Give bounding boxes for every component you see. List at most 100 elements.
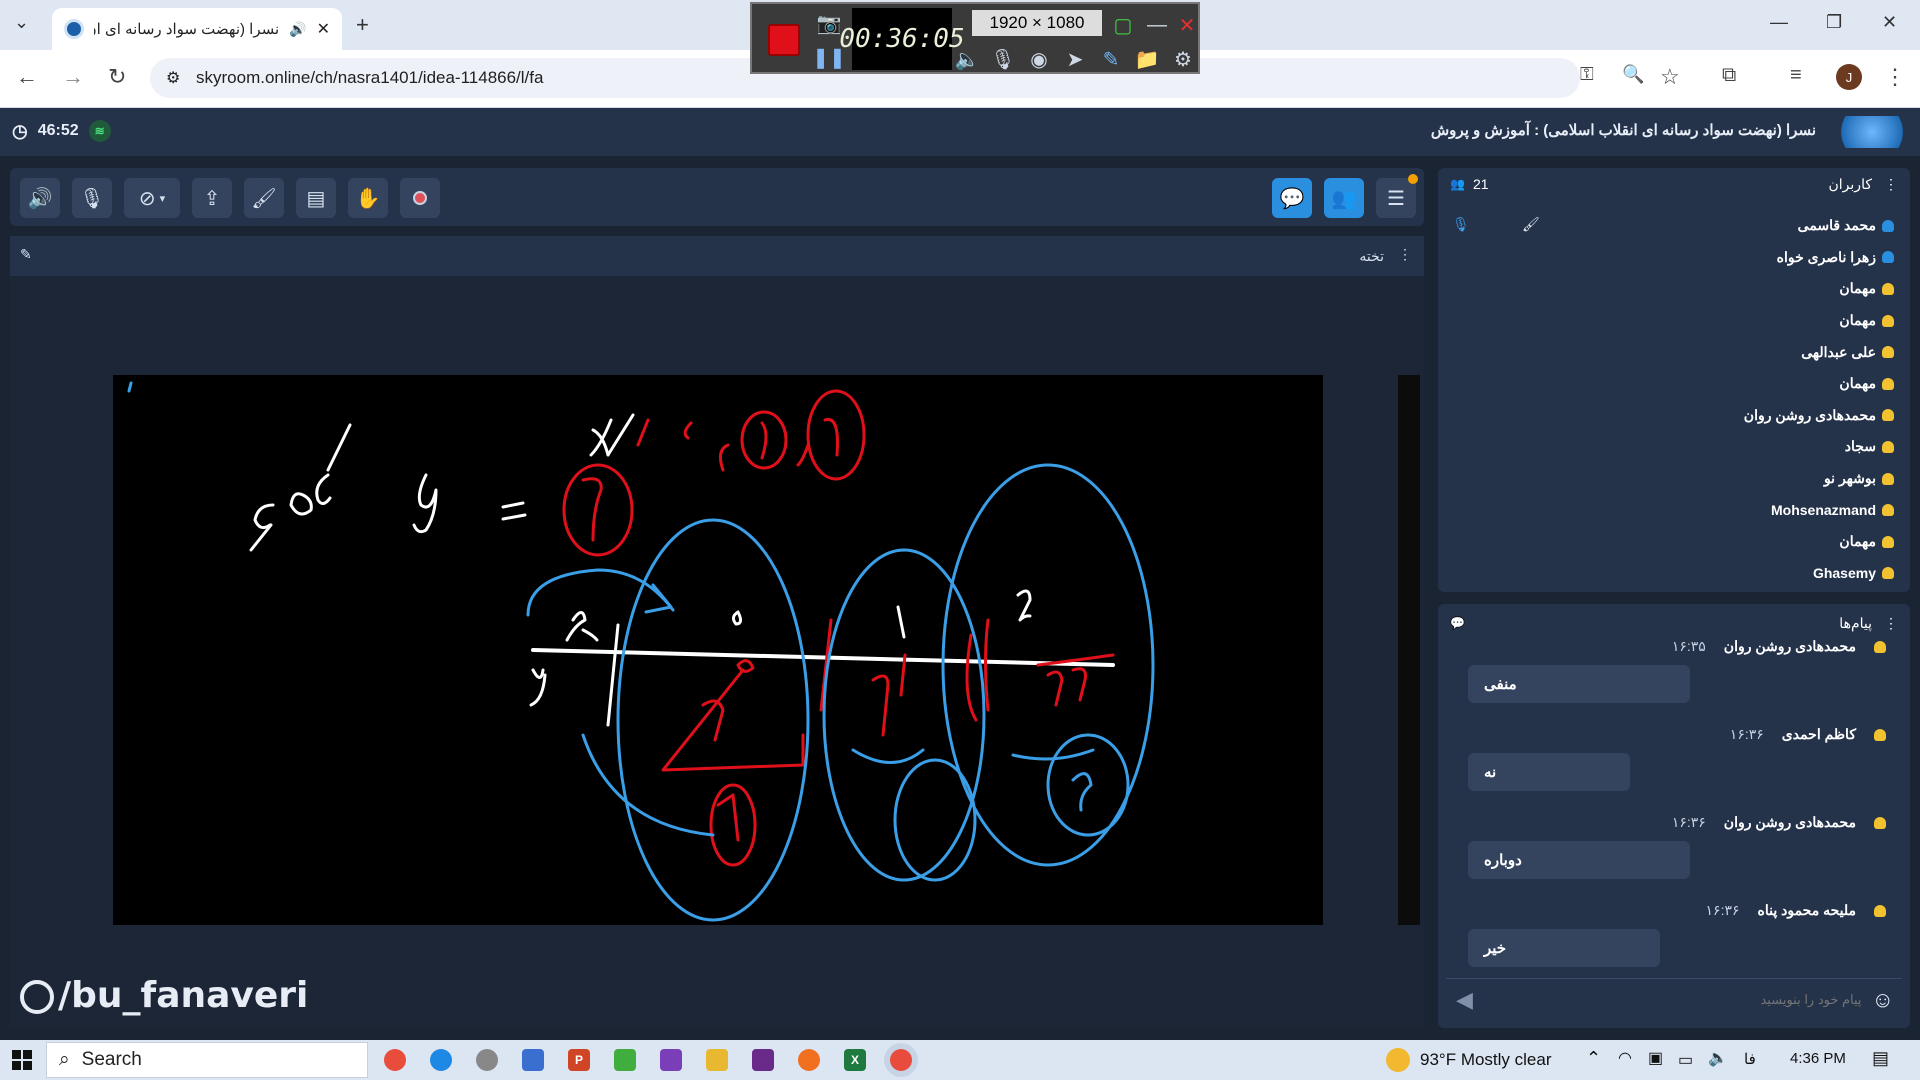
bookmark-star-icon[interactable]: ☆ — [1660, 64, 1680, 90]
app-icon[interactable] — [614, 1049, 636, 1071]
new-tab-button[interactable]: + — [356, 12, 369, 38]
password-key-icon[interactable]: ⚿ — [1580, 64, 1594, 85]
browser-menu-icon[interactable]: ⋮ — [1884, 64, 1906, 90]
recorder-settings-icon[interactable]: ⚙ — [1168, 44, 1198, 74]
user-item[interactable]: Mohsenazmand — [1464, 494, 1894, 526]
webcam-icon[interactable]: ◉ — [1024, 44, 1054, 74]
extensions-icon[interactable]: ⧉ — [1722, 64, 1736, 87]
volume-icon[interactable]: 🔈 — [1708, 1048, 1728, 1068]
tab-close-icon[interactable]: ✕ — [317, 19, 330, 39]
record-button[interactable] — [400, 178, 440, 218]
board-edit-icon[interactable]: ✎ — [20, 246, 32, 263]
whiteboard-canvas[interactable] — [113, 375, 1323, 925]
site-settings-icon[interactable]: ⚙ — [166, 68, 180, 88]
firefox-app-icon[interactable] — [798, 1049, 820, 1071]
region-select-icon[interactable]: ▢ — [1108, 10, 1138, 40]
camera-off-icon: ⊘ — [138, 187, 156, 210]
reload-icon[interactable]: ↻ — [108, 64, 126, 90]
message-input[interactable] — [1472, 983, 1872, 1016]
screen-share-button[interactable]: ⇪ — [192, 178, 232, 218]
recording-elapsed-time: 00:36:05 — [839, 8, 965, 70]
url-text: skyroom.online/ch/nasra1401/idea-114866/… — [196, 68, 544, 87]
user-item[interactable]: مهمان — [1464, 305, 1894, 337]
visual-studio-app-icon[interactable] — [660, 1049, 682, 1071]
file-icon: ▤ — [306, 187, 326, 210]
user-item[interactable]: محمد قاسمی — [1464, 210, 1894, 242]
user-item[interactable]: مهمان — [1464, 273, 1894, 305]
powerpoint-app-icon[interactable]: P — [568, 1049, 590, 1071]
media-control-icon[interactable]: ≡ — [1790, 64, 1802, 87]
send-icon[interactable]: ◀ — [1456, 987, 1473, 1013]
user-item[interactable]: مهمان — [1464, 368, 1894, 400]
user-item[interactable]: مهمان — [1464, 526, 1894, 558]
users-count: 21 — [1472, 176, 1489, 192]
taskbar-search[interactable]: ⌕ Search — [46, 1042, 368, 1078]
close-window-icon[interactable]: ✕ — [1882, 12, 1897, 33]
user-item[interactable]: Ghasemy — [1464, 558, 1894, 590]
recorder-close-icon[interactable]: ✕ — [1172, 10, 1202, 40]
users-more-icon[interactable]: ⋮ — [1884, 176, 1898, 193]
user-item[interactable]: زهرا ناصری خواه — [1464, 242, 1894, 274]
speaker-toggle-button[interactable]: 🔊 — [20, 178, 60, 218]
raise-hand-button[interactable]: ✋ — [348, 178, 388, 218]
tab-list-icon[interactable]: ⌄ — [14, 12, 29, 33]
user-icon — [1882, 504, 1894, 517]
input-language[interactable]: فا — [1744, 1050, 1756, 1068]
excel-app-icon[interactable]: X — [844, 1049, 866, 1071]
user-item[interactable]: محمدهادی روشن روان — [1464, 400, 1894, 432]
sender-icon — [1874, 816, 1886, 829]
battery-icon[interactable]: ▭ — [1678, 1050, 1693, 1070]
record-stop-button[interactable] — [768, 24, 800, 56]
app-header: ◷ 46:52 ≋ نسرا (نهضت سواد رسانه ای انقلا… — [0, 108, 1920, 156]
system-clock[interactable]: 4:36 PM — [1790, 1050, 1846, 1067]
files-button[interactable]: ▤ — [296, 178, 336, 218]
cursor-icon[interactable]: ➤ — [1060, 44, 1090, 74]
weather-text[interactable]: 93°F Mostly clear — [1420, 1050, 1552, 1070]
user-item[interactable]: بوشهر نو — [1464, 463, 1894, 495]
windows-taskbar: ⌕ Search P X 93°F Mostly clear ⌃ ◠ ▣ ▭ 🔈… — [0, 1040, 1920, 1080]
windows-start-icon[interactable] — [12, 1050, 32, 1070]
app-icon[interactable] — [752, 1049, 774, 1071]
user-icon — [1882, 440, 1894, 453]
film-reel-icon — [20, 980, 54, 1014]
watermark-text: /bu_fanaveri — [58, 975, 309, 1016]
restore-window-icon[interactable]: ❐ — [1826, 12, 1842, 33]
search-label: Search — [81, 1049, 142, 1070]
chevron-down-icon: ▾ — [159, 192, 166, 205]
app-icon[interactable] — [476, 1049, 498, 1071]
forward-icon[interactable]: → — [62, 64, 84, 90]
zoom-icon[interactable]: 🔍 — [1622, 64, 1644, 85]
emoji-icon[interactable]: ☺ — [1872, 987, 1894, 1013]
board-scroll-track[interactable] — [1398, 375, 1420, 925]
edge-app-icon[interactable] — [430, 1049, 452, 1071]
tray-app-icon[interactable]: ▣ — [1648, 1048, 1663, 1068]
messages-more-icon[interactable]: ⋮ — [1884, 615, 1898, 632]
mic-toggle-button[interactable]: 🎙 — [72, 178, 112, 218]
chat-toggle-button[interactable]: 💬 — [1272, 178, 1312, 218]
notifications-icon[interactable]: ▤ — [1872, 1048, 1889, 1069]
profile-avatar[interactable]: J — [1836, 64, 1862, 90]
whiteboard-button[interactable]: 🖌 — [244, 178, 284, 218]
user-item[interactable]: علی عبدالهی — [1464, 336, 1894, 368]
wifi-icon[interactable]: ◠ — [1618, 1048, 1632, 1068]
speaker-icon[interactable]: 🔈 — [952, 44, 982, 74]
user-item[interactable]: سجاد — [1464, 431, 1894, 463]
file-explorer-icon[interactable] — [706, 1049, 728, 1071]
screen-share-icon: ⇪ — [203, 187, 221, 210]
app-icon[interactable] — [522, 1049, 544, 1071]
browser-tab[interactable]: نسرا (نهضت سواد رسانه ای ان 🔊 ✕ — [52, 8, 342, 50]
microphone-icon[interactable]: 🎙 — [988, 44, 1018, 74]
recorder-minimize-icon[interactable]: — — [1142, 10, 1172, 40]
minimize-window-icon[interactable]: — — [1770, 12, 1788, 33]
camera-toggle-button[interactable]: ⊘ ▾ — [124, 178, 180, 218]
folder-icon[interactable]: 📁 — [1132, 44, 1162, 74]
chrome-active-app-icon[interactable] — [890, 1049, 912, 1071]
board-more-icon[interactable]: ⋮ — [1398, 246, 1412, 263]
main-menu-button[interactable]: ☰ — [1376, 174, 1418, 218]
draw-pen-icon[interactable]: ✎ — [1096, 44, 1126, 74]
users-toggle-button[interactable]: 👥 — [1324, 178, 1364, 218]
tab-audio-icon[interactable]: 🔊 — [289, 21, 306, 38]
tray-chevron-icon[interactable]: ⌃ — [1586, 1048, 1601, 1069]
back-icon[interactable]: ← — [16, 64, 38, 90]
chrome-app-icon[interactable] — [384, 1049, 406, 1071]
